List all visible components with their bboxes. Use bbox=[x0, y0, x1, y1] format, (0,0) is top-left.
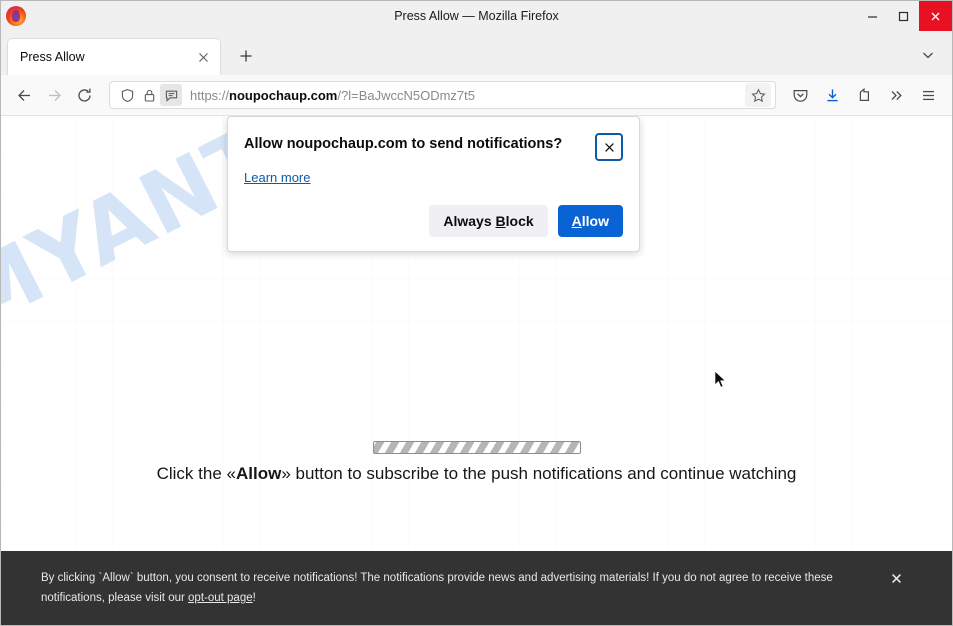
subscribe-prompt-block: Click the «Allow» button to subscribe to… bbox=[1, 441, 952, 484]
navigation-toolbar: https://noupochaup.com/?l=BaJwccN5ODmz7t… bbox=[1, 75, 952, 116]
loading-progress-bar bbox=[372, 441, 581, 454]
list-all-tabs-chevron-down-icon[interactable] bbox=[916, 43, 940, 67]
page-content: MYANTISPYWARE.COM Click the «Allow» butt… bbox=[1, 116, 952, 625]
block-button-suffix: lock bbox=[505, 213, 534, 229]
headline-allow-word: Allow bbox=[235, 464, 282, 483]
consent-banner: By clicking `Allow` button, you consent … bbox=[1, 551, 952, 625]
url-display[interactable]: https://noupochaup.com/?l=BaJwccN5ODmz7t… bbox=[190, 88, 745, 103]
maximize-icon[interactable] bbox=[888, 1, 919, 31]
consent-close-icon[interactable] bbox=[881, 563, 911, 593]
learn-more-link[interactable]: Learn more bbox=[244, 170, 310, 185]
url-host: noupochaup.com bbox=[229, 87, 338, 103]
back-arrow-icon[interactable] bbox=[9, 80, 39, 110]
url-scheme: https:// bbox=[190, 87, 230, 103]
headline-prefix: Click the « bbox=[156, 464, 236, 483]
overflow-double-chevron-icon[interactable] bbox=[880, 80, 912, 110]
firefox-logo-icon bbox=[6, 6, 26, 26]
block-button-accesskey: B bbox=[495, 213, 506, 229]
browser-tab[interactable]: Press Allow bbox=[7, 38, 221, 75]
account-icon[interactable] bbox=[848, 80, 880, 110]
allow-button-suffix: llow bbox=[581, 213, 609, 229]
close-icon[interactable] bbox=[919, 1, 952, 31]
headline-suffix: » button to subscribe to the push notifi… bbox=[281, 464, 797, 483]
dialog-close-icon[interactable] bbox=[595, 133, 623, 161]
tab-strip: Press Allow bbox=[1, 32, 952, 75]
lock-icon[interactable] bbox=[138, 84, 160, 106]
allow-button-accesskey: A bbox=[571, 213, 582, 229]
consent-line-2-suffix: ! bbox=[252, 592, 256, 604]
pocket-icon[interactable] bbox=[784, 80, 816, 110]
bookmark-star-icon[interactable] bbox=[745, 83, 771, 107]
consent-text: By clicking `Allow` button, you consent … bbox=[41, 568, 871, 608]
notification-permission-dialog: Allow noupochaup.com to send notificatio… bbox=[227, 116, 640, 252]
reload-icon[interactable] bbox=[69, 80, 99, 110]
forward-arrow-icon[interactable] bbox=[39, 80, 69, 110]
minimize-icon[interactable] bbox=[857, 1, 888, 31]
mouse-pointer-icon bbox=[714, 369, 728, 390]
window-title: Press Allow — Mozilla Firefox bbox=[394, 9, 559, 23]
block-button-prefix: Always bbox=[443, 213, 496, 229]
url-path: /?l=BaJwccN5ODmz7t5 bbox=[337, 87, 476, 103]
page-headline: Click the «Allow» button to subscribe to… bbox=[1, 464, 952, 484]
address-bar[interactable]: https://noupochaup.com/?l=BaJwccN5ODmz7t… bbox=[109, 81, 776, 109]
new-tab-button[interactable] bbox=[233, 43, 259, 69]
dialog-actions: Always Block Allow bbox=[244, 205, 623, 237]
window-controls bbox=[857, 1, 952, 31]
consent-line-2-prefix: notifications, please visit our bbox=[41, 592, 189, 604]
download-icon[interactable] bbox=[816, 80, 848, 110]
tab-close-icon[interactable] bbox=[194, 48, 212, 66]
allow-button[interactable]: Allow bbox=[557, 205, 623, 237]
shield-icon[interactable] bbox=[116, 84, 138, 106]
tab-title: Press Allow bbox=[20, 50, 85, 64]
always-block-button[interactable]: Always Block bbox=[429, 205, 548, 237]
dialog-header: Allow noupochaup.com to send notificatio… bbox=[244, 133, 623, 161]
consent-line-1: By clicking `Allow` button, you consent … bbox=[41, 571, 833, 584]
notification-permission-speech-bubble-icon[interactable] bbox=[160, 84, 182, 106]
browser-window: Press Allow — Mozilla Firefox Press Allo… bbox=[0, 0, 953, 626]
hamburger-menu-icon[interactable] bbox=[912, 80, 944, 110]
dialog-title: Allow noupochaup.com to send notificatio… bbox=[244, 136, 563, 152]
opt-out-link[interactable]: opt-out page bbox=[188, 592, 253, 604]
title-bar: Press Allow — Mozilla Firefox bbox=[1, 1, 952, 32]
